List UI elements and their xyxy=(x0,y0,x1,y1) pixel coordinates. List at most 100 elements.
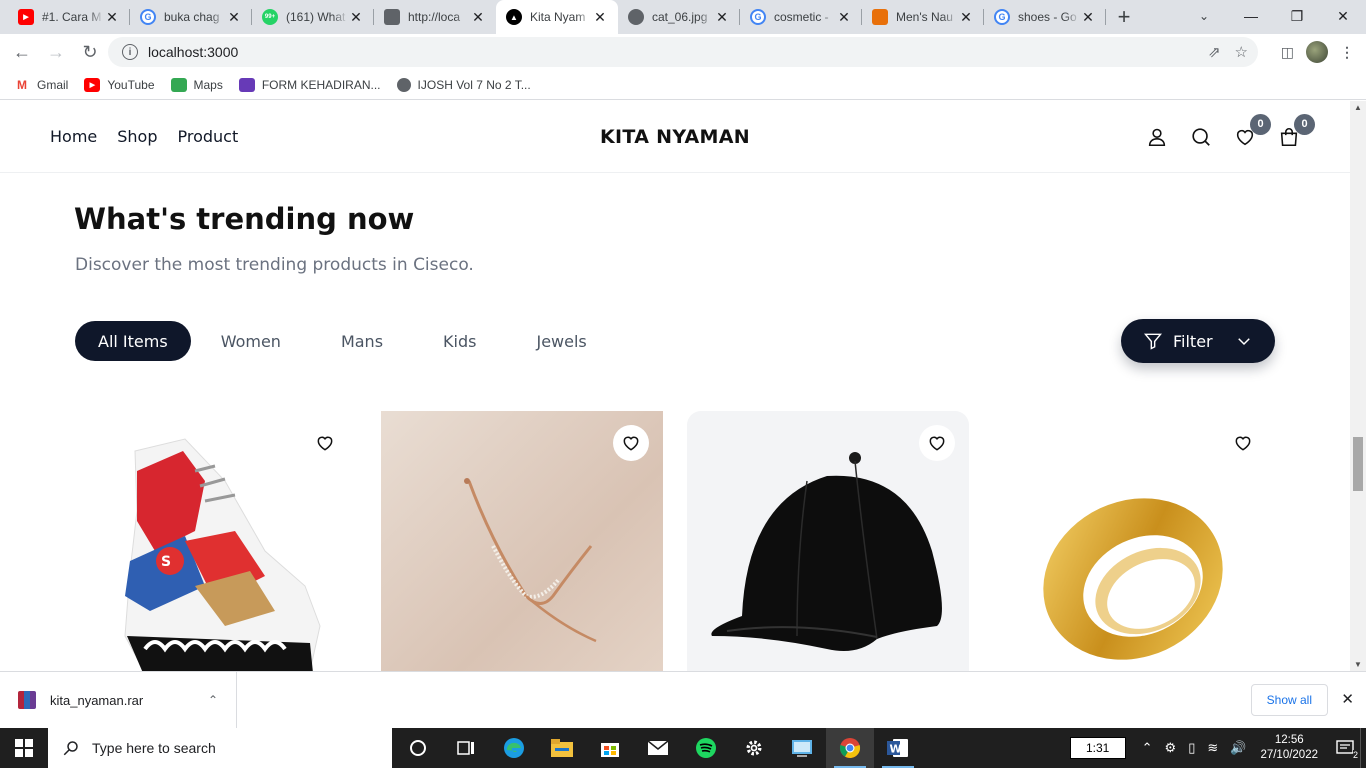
close-tab-icon[interactable]: ✕ xyxy=(958,9,974,26)
restore-button[interactable]: ❐ xyxy=(1274,0,1320,32)
product-card[interactable]: S xyxy=(75,411,357,671)
wishlist-heart-icon[interactable]: 0 xyxy=(1234,113,1271,148)
file-explorer-icon[interactable] xyxy=(538,728,586,768)
browser-tab[interactable]: 99+ (161) What ✕ xyxy=(252,0,374,34)
cart-bag-icon[interactable]: 0 xyxy=(1278,113,1315,148)
filter-tab-jewels[interactable]: Jewels xyxy=(519,321,603,361)
task-view-icon[interactable] xyxy=(442,728,490,768)
word-icon[interactable]: W xyxy=(874,728,922,768)
bookmark-item[interactable]: FORM KEHADIRAN... xyxy=(238,77,381,92)
close-download-bar-icon[interactable]: ✕ xyxy=(1341,690,1354,708)
download-item[interactable]: kita_nyaman.rar ⌃ xyxy=(0,672,237,728)
reload-button[interactable]: ↻ xyxy=(74,36,106,68)
close-tab-icon[interactable]: ✕ xyxy=(1080,9,1096,26)
battery-icon[interactable]: ▯ xyxy=(1188,740,1195,756)
chrome-icon[interactable] xyxy=(826,728,874,768)
cortana-icon[interactable] xyxy=(394,728,442,768)
browser-tab[interactable]: ▲ Kita Nyam ✕ xyxy=(496,0,618,34)
download-bar: kita_nyaman.rar ⌃ Show all ✕ xyxy=(0,671,1366,728)
like-button[interactable] xyxy=(1225,425,1261,461)
profile-avatar[interactable] xyxy=(1306,41,1328,63)
browser-tab[interactable]: Men's Nau ✕ xyxy=(862,0,984,34)
close-window-button[interactable]: ✕ xyxy=(1320,0,1366,32)
forward-button[interactable]: → xyxy=(40,36,72,68)
nav-link-home[interactable]: Home xyxy=(50,127,97,146)
like-button[interactable] xyxy=(919,425,955,461)
nav-link-shop[interactable]: Shop xyxy=(117,127,157,146)
show-all-downloads-button[interactable]: Show all xyxy=(1250,684,1328,716)
tray-app-icon[interactable]: ⚙ xyxy=(1165,740,1177,756)
close-tab-icon[interactable]: ✕ xyxy=(714,9,730,26)
chevron-up-icon[interactable]: ⌃ xyxy=(208,693,218,707)
browser-tab[interactable]: Gbuka chag ✕ xyxy=(130,0,252,34)
new-tab-button[interactable]: + xyxy=(1106,0,1142,34)
close-tab-icon[interactable]: ✕ xyxy=(470,9,486,26)
nav-link-product[interactable]: Product xyxy=(178,127,239,146)
volume-icon[interactable]: 🔊 xyxy=(1230,740,1246,756)
windows-taskbar: Type here to search W 1:31 ⌃ ⚙ ▯ ≋ 🔊 12:… xyxy=(0,728,1366,768)
close-tab-icon[interactable]: ✕ xyxy=(226,9,242,26)
filter-tab-all-items[interactable]: All Items xyxy=(75,321,191,361)
bookmark-item[interactable]: Maps xyxy=(170,77,223,92)
like-button[interactable] xyxy=(613,425,649,461)
close-tab-icon[interactable]: ✕ xyxy=(836,9,852,26)
show-hidden-icons-chevron-icon[interactable]: ⌃ xyxy=(1142,740,1153,756)
spotify-icon[interactable] xyxy=(682,728,730,768)
taskbar-clock[interactable]: 12:56 27/10/2022 xyxy=(1260,733,1318,763)
scroll-down-arrow-icon[interactable]: ▼ xyxy=(1354,660,1362,669)
browser-menu-icon[interactable]: ⋮ xyxy=(1340,44,1354,61)
filter-tab-mans[interactable]: Mans xyxy=(324,321,400,361)
edge-browser-icon[interactable] xyxy=(490,728,538,768)
nautica-icon xyxy=(872,9,888,25)
close-tab-icon[interactable]: ✕ xyxy=(592,9,608,26)
browser-tab[interactable]: ▶ #1. Cara M ✕ xyxy=(8,0,130,34)
close-tab-icon[interactable]: ✕ xyxy=(104,9,120,26)
browser-tab[interactable]: cat_06.jpg ✕ xyxy=(618,0,740,34)
side-panel-icon[interactable]: ◫ xyxy=(1281,44,1294,61)
windows-start-icon[interactable] xyxy=(0,728,48,768)
clock-date: 27/10/2022 xyxy=(1260,749,1318,761)
search-icon[interactable] xyxy=(1190,126,1212,148)
settings-gear-icon[interactable] xyxy=(730,728,778,768)
close-tab-icon[interactable]: ✕ xyxy=(348,9,364,26)
mail-icon[interactable] xyxy=(634,728,682,768)
product-card[interactable] xyxy=(993,411,1275,671)
filter-tab-kids[interactable]: Kids xyxy=(426,321,493,361)
heart-icon xyxy=(317,436,333,451)
header-actions: 0 0 xyxy=(1146,113,1315,148)
share-icon[interactable]: ⇗ xyxy=(1208,43,1221,61)
bookmark-label: Gmail xyxy=(37,77,69,92)
bookmark-item[interactable]: ▶ YouTube xyxy=(84,77,155,92)
page-scrollbar[interactable]: ▲ ▼ xyxy=(1350,101,1366,671)
back-button[interactable]: ← xyxy=(6,36,38,68)
browser-tab[interactable]: Gcosmetic - ✕ xyxy=(740,0,862,34)
address-bar[interactable]: i localhost:3000 ⇗ ☆ xyxy=(108,37,1258,67)
bookmark-label: IJOSH Vol 7 No 2 T... xyxy=(417,77,531,92)
notification-center-icon[interactable]: 2 xyxy=(1330,740,1360,760)
wifi-icon[interactable]: ≋ xyxy=(1207,740,1218,756)
control-panel-icon[interactable] xyxy=(778,728,826,768)
chevron-down-icon xyxy=(1238,338,1250,346)
scrollbar-thumb[interactable] xyxy=(1353,437,1363,491)
product-card[interactable] xyxy=(687,411,969,671)
like-button[interactable] xyxy=(307,425,343,461)
browser-tab[interactable]: http://loca ✕ xyxy=(374,0,496,34)
user-icon[interactable] xyxy=(1146,126,1168,148)
microsoft-store-icon[interactable] xyxy=(586,728,634,768)
show-desktop-button[interactable] xyxy=(1360,728,1366,768)
product-card[interactable] xyxy=(381,411,663,671)
browser-tab[interactable]: Gshoes - Go ✕ xyxy=(984,0,1106,34)
filter-button[interactable]: Filter xyxy=(1121,319,1275,363)
taskbar-search-box[interactable]: Type here to search xyxy=(48,728,392,768)
scroll-up-arrow-icon[interactable]: ▲ xyxy=(1354,103,1362,112)
timer-widget[interactable]: 1:31 xyxy=(1069,737,1126,759)
tab-search-chevron-icon[interactable]: ⌄ xyxy=(1184,0,1224,32)
laptop-icon xyxy=(384,9,400,25)
minimize-button[interactable]: — xyxy=(1228,0,1274,32)
maps-icon xyxy=(170,77,187,92)
filter-tab-women[interactable]: Women xyxy=(204,321,298,361)
site-info-icon[interactable]: i xyxy=(122,44,138,60)
bookmark-item[interactable]: M Gmail xyxy=(14,77,69,92)
bookmark-item[interactable]: IJOSH Vol 7 No 2 T... xyxy=(396,77,531,92)
bookmark-star-icon[interactable]: ☆ xyxy=(1235,43,1248,61)
